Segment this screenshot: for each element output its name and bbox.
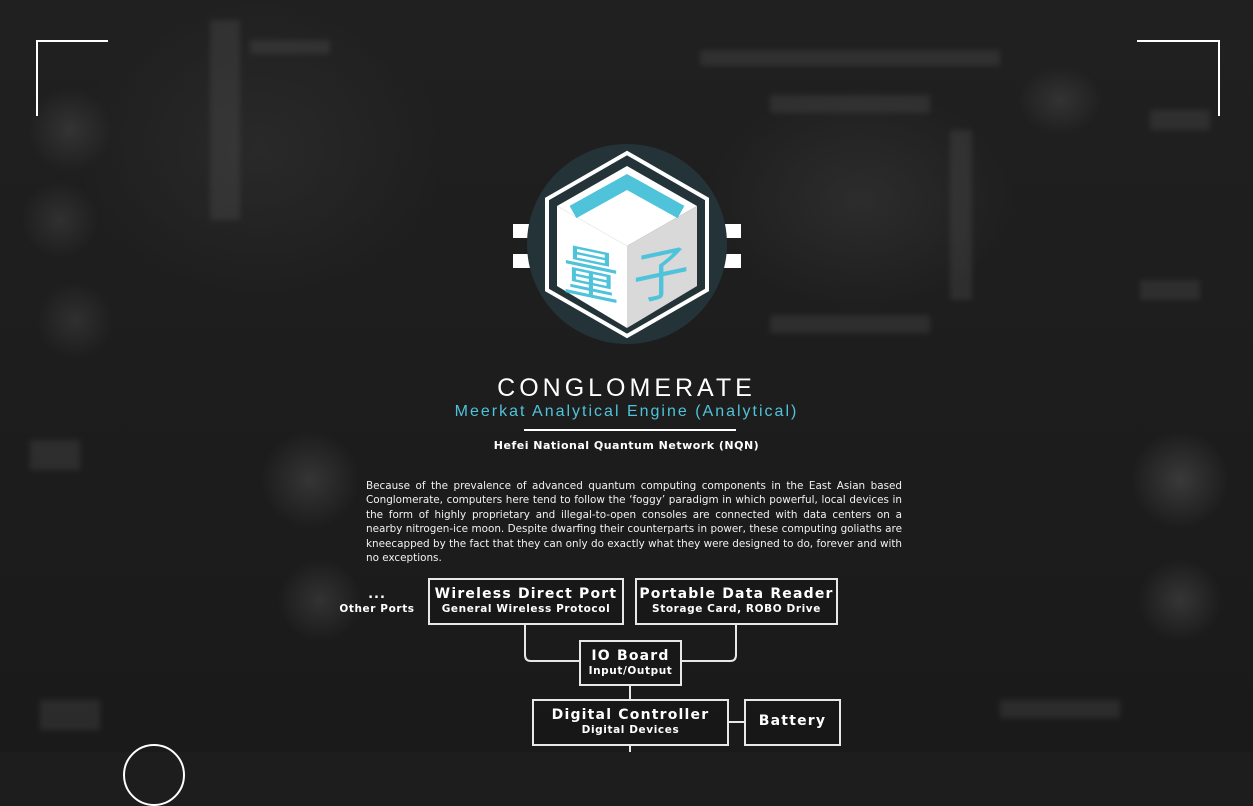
battery-label: Battery <box>758 713 827 729</box>
portable-data-reader-label: Portable Data Reader <box>639 586 834 602</box>
portable-data-reader-box: Portable Data Reader Storage Card, ROBO … <box>635 578 838 625</box>
other-ports-sub: Other Ports <box>339 603 415 615</box>
io-board-sub: Input/Output <box>588 665 673 677</box>
wireless-direct-port-box: Wireless Direct Port General Wireless Pr… <box>428 578 624 625</box>
wireless-direct-port-label: Wireless Direct Port <box>434 586 618 602</box>
wireless-direct-port-sub: General Wireless Protocol <box>441 603 611 615</box>
io-board-box: IO Board Input/Output <box>579 640 682 686</box>
digital-controller-sub: Digital Devices <box>581 724 680 736</box>
battery-box: Battery <box>744 699 841 746</box>
other-ports-node: ... Other Ports <box>332 587 422 615</box>
io-board-label: IO Board <box>591 648 670 664</box>
other-ports-label: ... <box>368 587 386 602</box>
digital-controller-label: Digital Controller <box>551 707 710 723</box>
circle-ornament <box>123 744 185 806</box>
portable-data-reader-sub: Storage Card, ROBO Drive <box>652 603 821 615</box>
digital-controller-box: Digital Controller Digital Devices <box>532 699 729 746</box>
connector-reader-io <box>680 623 737 662</box>
connector-wireless-io <box>524 623 581 662</box>
